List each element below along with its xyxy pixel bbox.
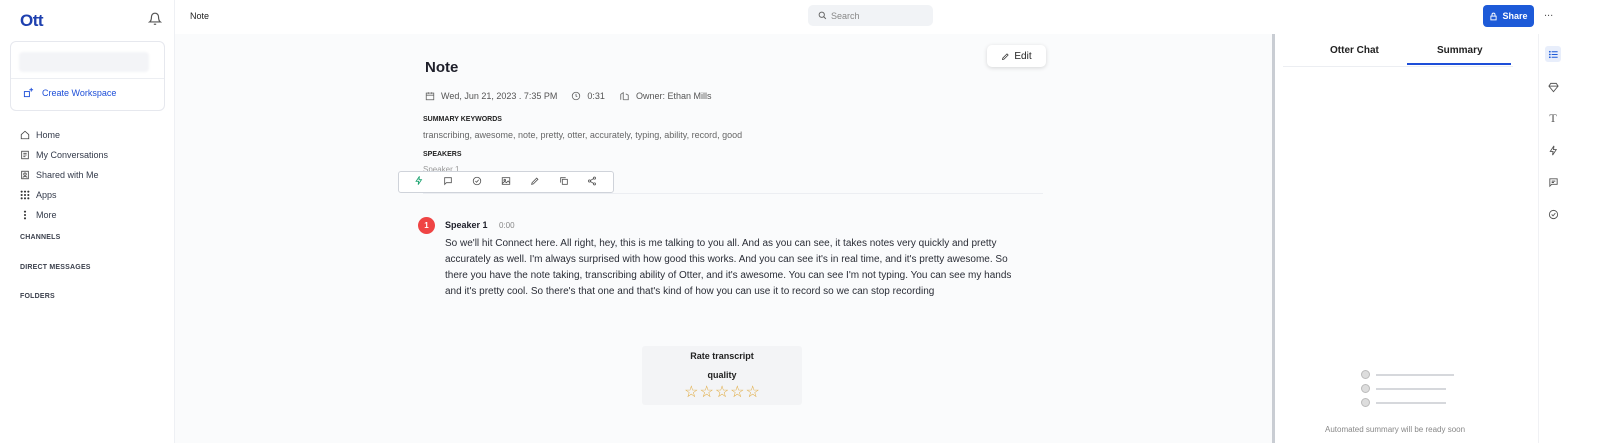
create-workspace-icon	[23, 87, 34, 98]
sidebar-item-label: More	[36, 210, 57, 220]
text-format-icon[interactable]: T	[1545, 110, 1561, 126]
note-owner: Owner: Ethan Mills	[619, 91, 712, 101]
more-options-button[interactable]: ...	[1544, 7, 1553, 19]
note-title[interactable]: Note	[425, 59, 458, 76]
comments-icon[interactable]	[1545, 174, 1561, 190]
star-icon[interactable]: ☆	[699, 385, 713, 401]
create-workspace-button[interactable]: Create Workspace	[23, 87, 116, 98]
lock-icon	[1490, 12, 1498, 20]
note-date: Wed, Jun 21, 2023 . 7:35 PM	[425, 91, 557, 101]
tab-otter-chat[interactable]: Otter Chat	[1330, 45, 1379, 56]
sidebar-item-label: Apps	[36, 190, 57, 200]
workspace-divider	[11, 78, 164, 79]
star-icon[interactable]: ☆	[715, 385, 729, 401]
summary-keywords-list: transcribing, awesome, note, pretty, ott…	[423, 130, 743, 140]
action-item-check-icon[interactable]	[472, 176, 482, 189]
section-direct-messages[interactable]: DIRECT MESSAGES	[20, 264, 91, 271]
sidebar-item-shared-with-me[interactable]: Shared with Me	[20, 165, 108, 185]
section-channels[interactable]: CHANNELS	[20, 234, 61, 241]
workspace-name-redacted	[19, 52, 149, 72]
sidebar-item-apps[interactable]: Apps	[20, 185, 108, 205]
star-rating: ☆ ☆ ☆ ☆ ☆	[642, 385, 802, 401]
more-vertical-icon	[20, 210, 30, 220]
comment-icon[interactable]	[443, 176, 453, 189]
top-bar: Note Search	[175, 0, 1275, 34]
pencil-edit-icon[interactable]	[530, 176, 540, 189]
breadcrumb: Note	[190, 11, 210, 21]
image-icon[interactable]	[501, 176, 511, 189]
rate-title-line2: quality	[707, 370, 737, 380]
otter-app: Ott Create Workspace Home My Conversatio…	[0, 0, 1600, 443]
transcript-toolbar	[398, 171, 614, 193]
star-icon[interactable]: ☆	[684, 385, 698, 401]
section-folders[interactable]: FOLDERS	[20, 293, 55, 300]
speakers-label: SPEAKERS	[423, 151, 462, 158]
calendar-icon	[425, 92, 435, 101]
transcript-text[interactable]: So we'll hit Connect here. All right, he…	[445, 236, 1025, 300]
sidebar-item-label: Shared with Me	[36, 170, 99, 180]
sidebar-item-label: Home	[36, 130, 61, 140]
otter-logo[interactable]: Ott	[20, 11, 44, 31]
main-content: Note Search Edit Note Wed, Jun 21, 2023 …	[175, 0, 1275, 443]
bolt-icon[interactable]	[1545, 142, 1561, 158]
summary-pending-illustration	[1361, 370, 1454, 412]
search-placeholder: Search	[831, 10, 860, 21]
star-icon[interactable]: ☆	[746, 385, 760, 401]
note-duration: 0:31	[571, 91, 605, 101]
edit-button[interactable]: Edit	[987, 45, 1046, 67]
notifications-bell-icon[interactable]	[148, 12, 162, 26]
speaker-name[interactable]: Speaker 1	[445, 220, 488, 230]
search-icon	[818, 11, 827, 20]
sidebar-nav: Home My Conversations Shared with Me App…	[20, 125, 108, 225]
note-date-text: Wed, Jun 21, 2023 . 7:35 PM	[441, 91, 558, 101]
note-meta: Wed, Jun 21, 2023 . 7:35 PM 0:31 Owner: …	[425, 91, 711, 101]
note-duration-text: 0:31	[587, 91, 605, 101]
workspace-box: Create Workspace	[10, 41, 165, 111]
rate-title-line1: Rate transcript	[690, 351, 754, 361]
summary-keywords-label: SUMMARY KEYWORDS	[423, 116, 502, 123]
active-tab-indicator	[1407, 63, 1511, 65]
tab-divider	[1283, 66, 1513, 67]
rate-transcript-card: Rate transcript quality ☆ ☆ ☆ ☆ ☆	[642, 346, 802, 405]
shared-icon	[20, 170, 30, 180]
right-icon-rail	[1538, 34, 1600, 443]
search-input[interactable]: Search	[808, 5, 933, 26]
check-circle-icon[interactable]	[1545, 206, 1561, 222]
share-icon[interactable]	[587, 176, 597, 189]
copy-icon[interactable]	[559, 176, 569, 189]
diamond-icon[interactable]	[1545, 79, 1561, 95]
share-label: Share	[1502, 11, 1528, 21]
sidebar: Ott Create Workspace Home My Conversatio…	[0, 0, 175, 443]
tab-summary[interactable]: Summary	[1437, 45, 1483, 56]
right-panel: Otter Chat Summary Automated summary wil…	[1275, 0, 1538, 443]
create-workspace-label: Create Workspace	[42, 87, 117, 98]
speaker-avatar[interactable]: 1	[418, 217, 435, 234]
sidebar-item-my-conversations[interactable]: My Conversations	[20, 145, 108, 165]
speaker-timestamp[interactable]: 0:00	[499, 221, 515, 230]
sidebar-item-label: My Conversations	[36, 150, 109, 160]
note-owner-text: Owner: Ethan Mills	[635, 91, 712, 101]
sidebar-item-home[interactable]: Home	[20, 125, 108, 145]
share-button[interactable]: Share	[1483, 5, 1534, 27]
highlight-bolt-icon[interactable]	[414, 175, 424, 189]
logo-text: Ott	[20, 11, 44, 30]
home-icon	[20, 130, 30, 140]
pencil-icon	[1002, 52, 1010, 60]
summary-pending-text: Automated summary will be ready soon	[1325, 425, 1466, 434]
conversations-icon	[20, 150, 30, 160]
list-summary-icon[interactable]	[1545, 46, 1561, 62]
sidebar-item-more[interactable]: More	[20, 205, 108, 225]
clock-icon	[572, 91, 581, 101]
header-divider	[423, 193, 1043, 194]
building-icon	[620, 91, 629, 101]
star-icon[interactable]: ☆	[730, 385, 744, 401]
edit-label: Edit	[1014, 50, 1032, 62]
apps-grid-icon	[20, 190, 30, 200]
